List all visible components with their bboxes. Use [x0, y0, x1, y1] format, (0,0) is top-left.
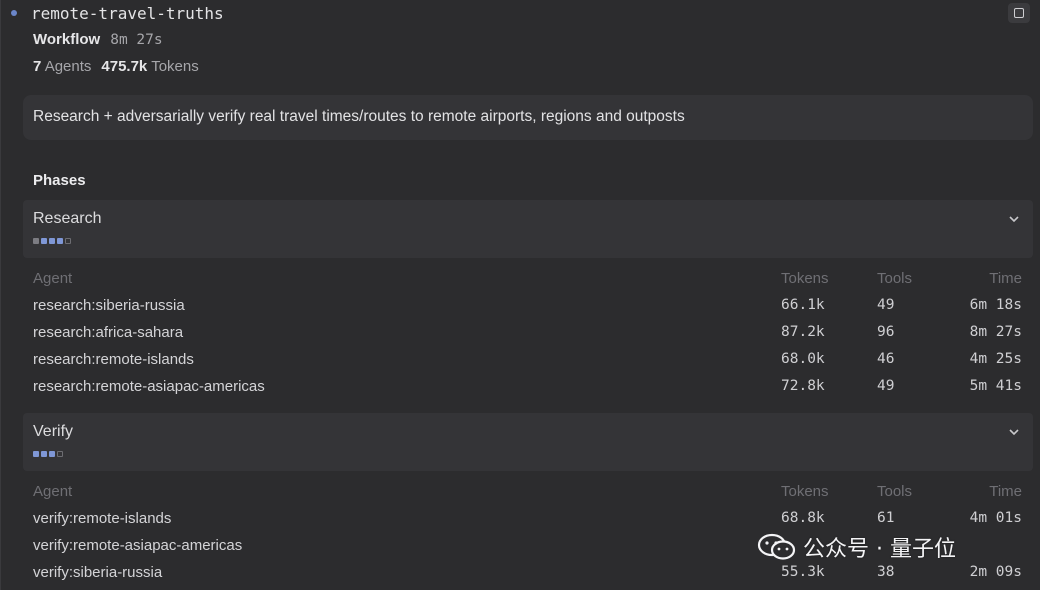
- agent-tools: 96: [877, 324, 895, 340]
- column-tokens: Tokens: [781, 483, 829, 500]
- agent-tools: 46: [877, 351, 895, 367]
- agent-tools: 49: [877, 378, 895, 394]
- progress-pip: [41, 451, 47, 457]
- table-row[interactable]: verify:siberia-russia 55.3k 38 2m 09s: [23, 560, 1033, 587]
- column-tools: Tools: [877, 483, 913, 500]
- agent-tokens: 72.8k: [781, 378, 825, 394]
- workflow-description: Research + adversarially verify real tra…: [23, 95, 1033, 140]
- research-agents-table: Agent Tokens Tools Time research:siberia…: [23, 266, 1033, 401]
- workflow-panel: remote-travel-truths Workflow 8m 27s 7 A…: [0, 0, 1040, 590]
- progress-pip: [65, 238, 71, 244]
- agent-tools: 49: [877, 297, 895, 313]
- workflow-label: Workflow: [33, 31, 101, 48]
- phase-verify-header[interactable]: Verify: [23, 413, 1033, 471]
- watermark-text: 公众号 · 量子位: [803, 537, 956, 562]
- phase-research-header[interactable]: Research: [23, 200, 1033, 258]
- table-row[interactable]: verify:remote-islands 68.8k 61 4m 01s: [23, 506, 1033, 533]
- window-toggle-button[interactable]: [1008, 3, 1030, 23]
- column-agent: Agent: [33, 483, 73, 500]
- agent-time: 8m 27s: [969, 324, 1022, 340]
- square-icon: [1014, 8, 1024, 18]
- tokens-label: Tokens: [151, 58, 199, 75]
- progress-pip: [57, 238, 63, 244]
- agent-tokens: 68.8k: [781, 510, 825, 526]
- progress-pip: [49, 238, 55, 244]
- agent-name: research:africa-sahara: [33, 324, 184, 341]
- workflow-meta: Workflow 8m 27s: [33, 31, 163, 48]
- column-agent: Agent: [33, 270, 73, 287]
- agent-tools: 38: [877, 564, 895, 580]
- agents-label: Agents: [44, 58, 92, 75]
- status-dot-icon: [11, 10, 17, 16]
- table-row[interactable]: research:remote-islands 68.0k 46 4m 25s: [23, 347, 1033, 374]
- agent-name: verify:siberia-russia: [33, 564, 163, 581]
- agent-name: research:remote-islands: [33, 351, 194, 368]
- agent-time: 5m 41s: [969, 378, 1022, 394]
- agent-name: research:siberia-russia: [33, 297, 185, 314]
- column-tools: Tools: [877, 270, 913, 287]
- phase-progress: [33, 451, 63, 457]
- table-header: Agent Tokens Tools Time: [23, 266, 1033, 293]
- agent-name: verify:remote-islands: [33, 510, 172, 527]
- phase-name: Research: [33, 210, 102, 227]
- tokens-count: 475.7k: [101, 58, 148, 75]
- column-time: Time: [989, 483, 1022, 500]
- agent-time: 2m 09s: [969, 564, 1022, 580]
- progress-pip: [41, 238, 47, 244]
- watermark: 公众号 · 量子位: [757, 530, 956, 564]
- agent-tools: 61: [877, 510, 895, 526]
- agent-time: 4m 01s: [969, 510, 1022, 526]
- workflow-duration: 8m 27s: [110, 32, 163, 48]
- table-header: Agent Tokens Tools Time: [23, 479, 1033, 506]
- column-time: Time: [989, 270, 1022, 287]
- agents-count: 7: [33, 58, 42, 75]
- table-row[interactable]: research:africa-sahara 87.2k 96 8m 27s: [23, 320, 1033, 347]
- agent-name: research:remote-asiapac-americas: [33, 378, 265, 395]
- table-row[interactable]: research:siberia-russia 66.1k 49 6m 18s: [23, 293, 1033, 320]
- progress-pip: [33, 451, 39, 457]
- agent-tokens: 87.2k: [781, 324, 825, 340]
- title-row: remote-travel-truths: [11, 3, 224, 23]
- progress-pip: [33, 238, 39, 244]
- progress-pip: [57, 451, 63, 457]
- usage-meta: 7 Agents 475.7k Tokens: [33, 58, 199, 75]
- phase-name: Verify: [33, 423, 74, 440]
- table-row[interactable]: research:remote-asiapac-americas 72.8k 4…: [23, 374, 1033, 401]
- progress-pip: [49, 451, 55, 457]
- agent-name: verify:remote-asiapac-americas: [33, 537, 243, 554]
- agent-tokens: 66.1k: [781, 297, 825, 313]
- chat-bubbles-icon: [757, 532, 797, 562]
- chevron-down-icon[interactable]: [1009, 212, 1019, 226]
- agent-tokens: 55.3k: [781, 564, 825, 580]
- phases-heading: Phases: [33, 172, 86, 189]
- column-tokens: Tokens: [781, 270, 829, 287]
- agent-time: 4m 25s: [969, 351, 1022, 367]
- phase-progress: [33, 238, 71, 244]
- workflow-title: remote-travel-truths: [31, 3, 224, 23]
- agent-tokens: 68.0k: [781, 351, 825, 367]
- chevron-down-icon[interactable]: [1009, 425, 1019, 439]
- agent-time: 6m 18s: [969, 297, 1022, 313]
